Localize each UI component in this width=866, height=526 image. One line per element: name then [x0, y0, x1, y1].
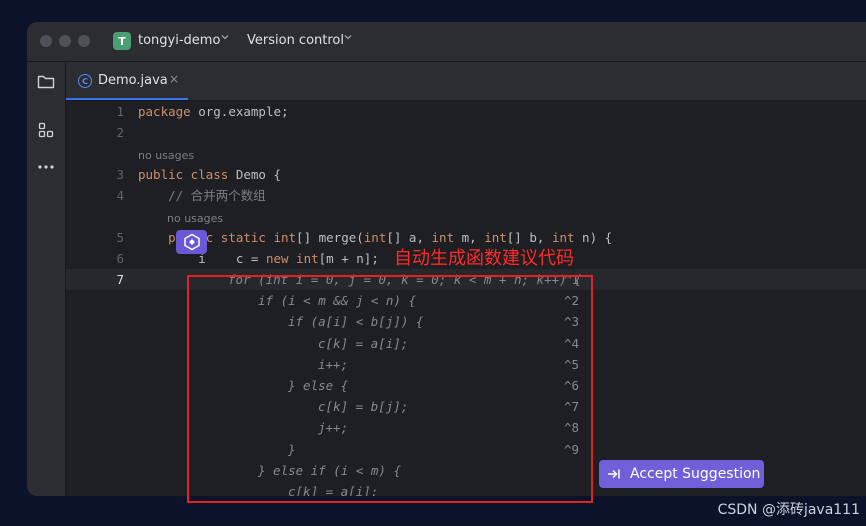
active-tab-indicator — [66, 98, 188, 100]
project-selector[interactable]: tongyi-demo — [138, 33, 220, 48]
code-line: 1 package org.example; — [66, 101, 866, 122]
code-text: public class Demo { — [138, 167, 281, 182]
version-control-menu[interactable]: Version control — [247, 33, 344, 48]
code-line: 2 — [66, 122, 866, 143]
more-icon[interactable] — [36, 157, 56, 177]
project-badge[interactable]: T — [113, 32, 131, 50]
line-number: 6 — [116, 251, 124, 266]
annotation-label: 自动生成函数建议代码 — [394, 248, 574, 269]
java-class-icon: C — [78, 74, 92, 88]
code-line: 4 // 合并两个数组 — [66, 185, 866, 206]
line-number: 4 — [116, 188, 124, 203]
usages-inlay-hint[interactable]: no usages — [138, 147, 194, 164]
line-number: 2 — [116, 125, 124, 140]
tongyi-ai-icon[interactable] — [176, 230, 207, 254]
minimize-window-button[interactable] — [59, 35, 71, 47]
accept-tab-icon — [607, 468, 621, 480]
line-number: 5 — [116, 230, 124, 245]
structure-icon[interactable] — [36, 120, 56, 140]
watermark: CSDN @添砖java111 — [717, 502, 860, 518]
code-comment: // 合并两个数组 — [138, 188, 266, 203]
tool-window-strip — [27, 62, 66, 496]
zoom-window-button[interactable] — [78, 35, 90, 47]
line-number: 7 — [116, 272, 124, 287]
code-line: 3 public class Demo { — [66, 164, 866, 185]
chevron-down-icon[interactable] — [220, 32, 230, 45]
annotation-highlight-box — [187, 275, 593, 503]
code-text: package org.example; — [138, 104, 289, 119]
usages-inlay-hint[interactable]: no usages — [167, 210, 223, 227]
folder-icon[interactable] — [36, 72, 56, 92]
line-number: 1 — [116, 104, 124, 119]
tab-label: Demo.java — [98, 73, 168, 88]
code-text: i c = new int[m + n]; — [138, 251, 379, 266]
editor-tab-bar: C Demo.java × — [66, 62, 866, 101]
accept-suggestion-label: Accept Suggestion — [630, 466, 761, 482]
chevron-down-icon[interactable] — [343, 32, 353, 45]
close-icon[interactable]: × — [169, 72, 179, 86]
accept-suggestion-button[interactable]: Accept Suggestion — [599, 460, 764, 488]
line-number: 3 — [116, 167, 124, 182]
tab-demo-java[interactable]: C Demo.java × — [66, 62, 188, 100]
close-window-button[interactable] — [40, 35, 52, 47]
title-bar: T tongyi-demo Version control — [27, 22, 866, 62]
